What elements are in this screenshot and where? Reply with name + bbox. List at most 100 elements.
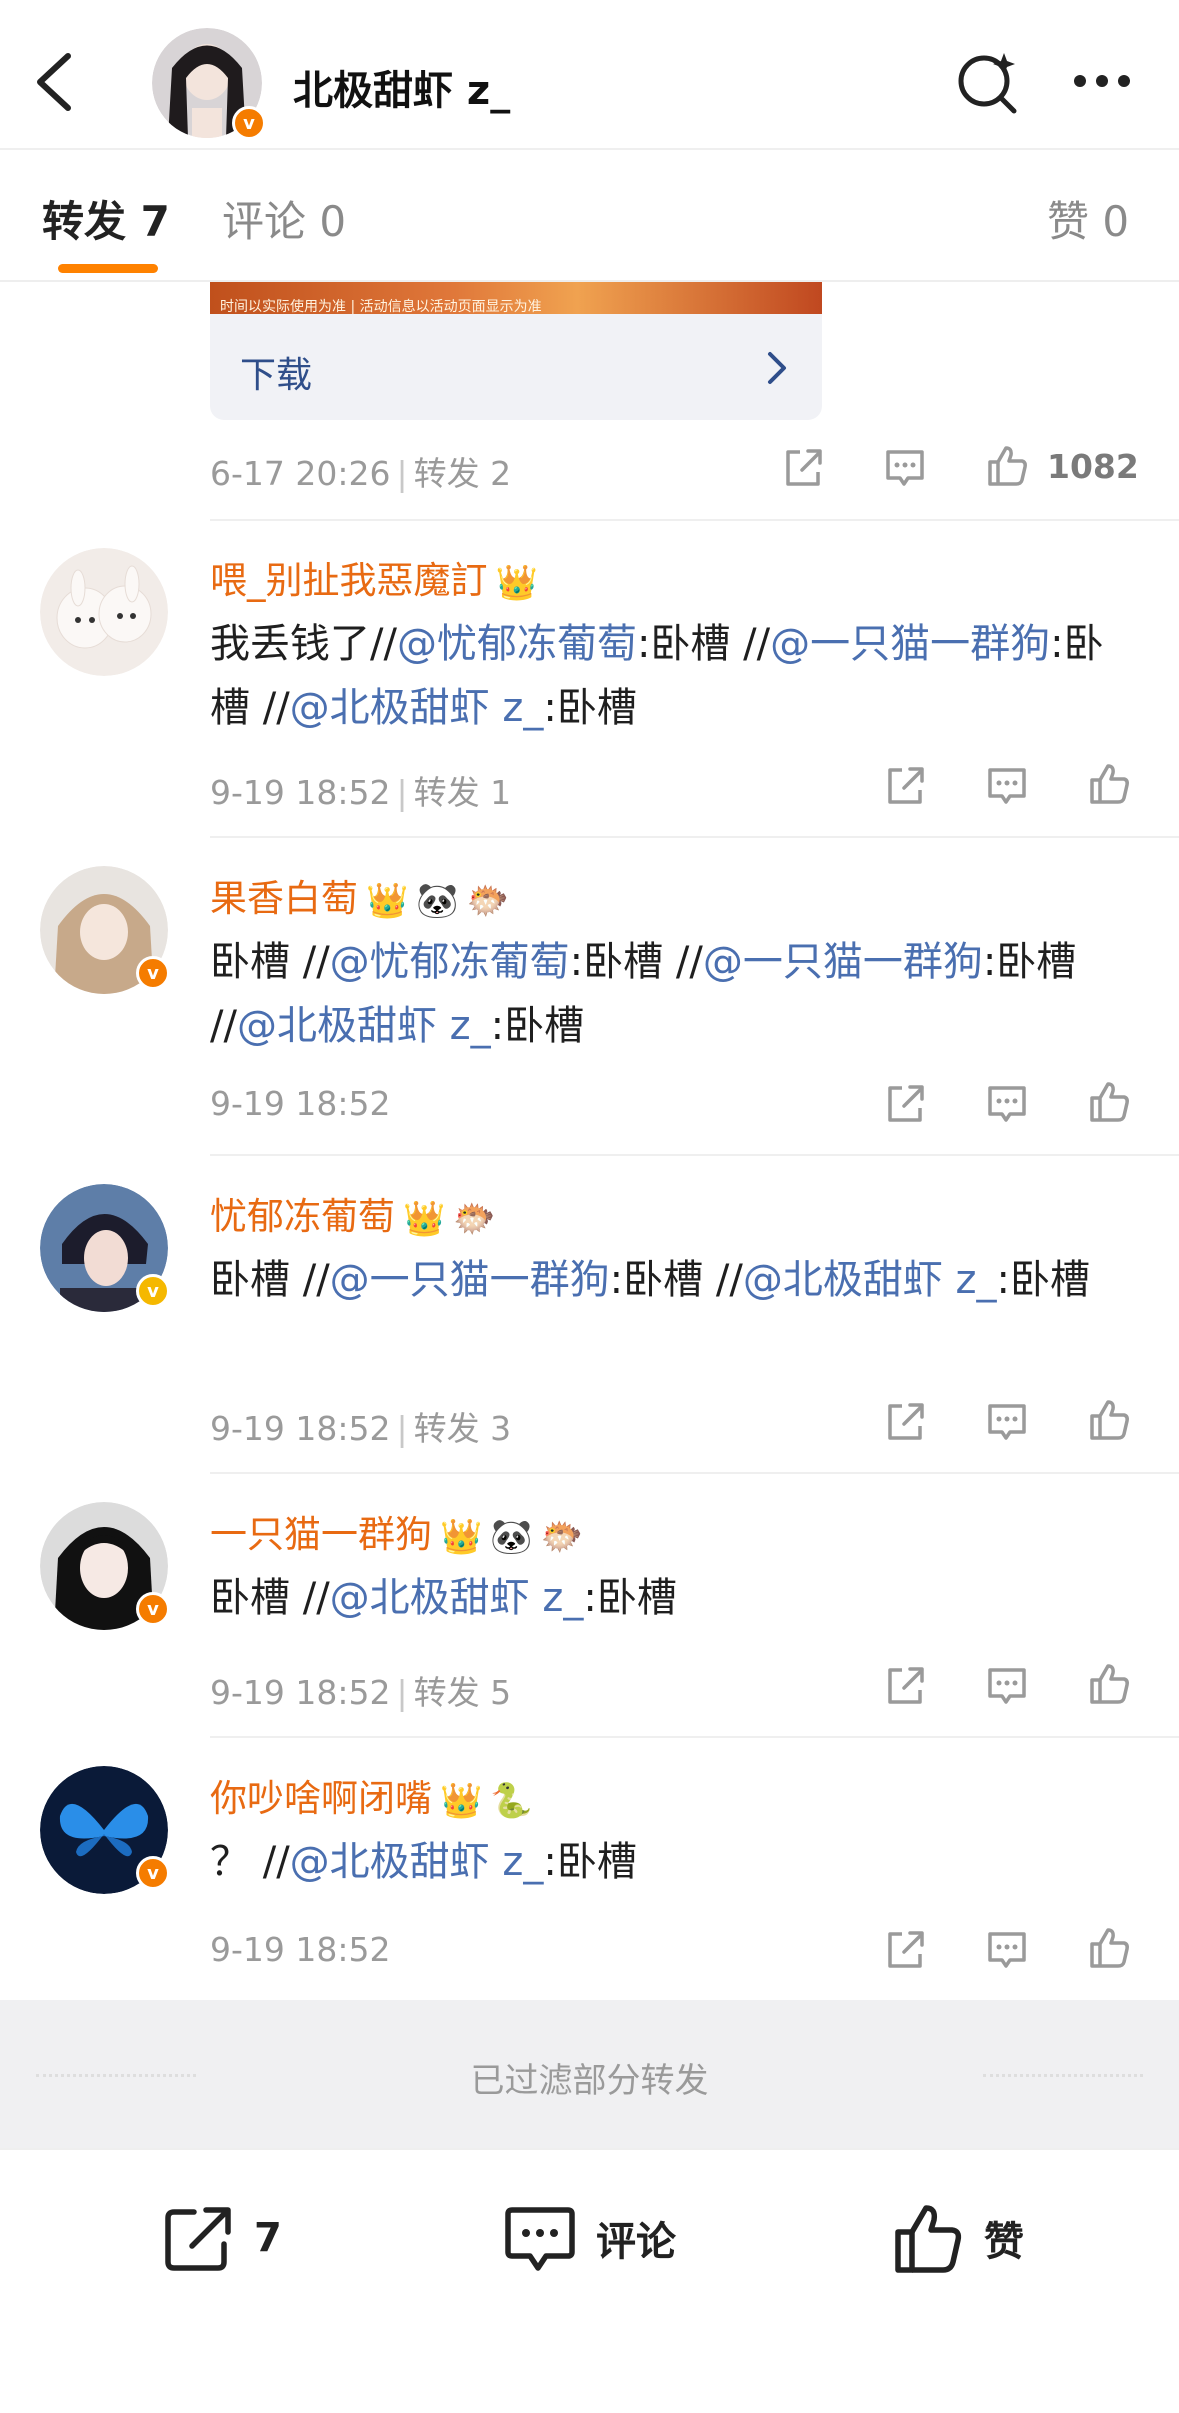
mention-link[interactable]: @北极甜虾 z_ bbox=[290, 685, 544, 731]
mention-link[interactable]: @北极甜虾 z_ bbox=[743, 1257, 997, 1303]
divider bbox=[210, 1154, 1179, 1156]
post-meta: 6-17 20:26 | 转发 2 bbox=[210, 454, 512, 493]
detail-tabs: 转发 7 评论 0 赞 0 bbox=[0, 150, 1179, 282]
like-icon[interactable] bbox=[1086, 760, 1132, 806]
mention-link[interactable]: @北极甜虾 z_ bbox=[237, 1003, 491, 1049]
bottom-comment-button[interactable]: 评论 bbox=[502, 2198, 676, 2278]
username-text[interactable]: 喂_别扯我惡魔訂 bbox=[210, 559, 488, 602]
verified-badge-icon: v bbox=[232, 106, 266, 140]
username-text[interactable]: 忧郁冻葡萄 bbox=[210, 1195, 395, 1238]
share-icon[interactable] bbox=[780, 444, 826, 490]
avatar[interactable] bbox=[40, 548, 168, 676]
post-repost-count: 转发 2 bbox=[413, 454, 512, 493]
panda-badge-icon: 🐼 bbox=[490, 1516, 533, 1557]
pufferfish-badge-icon: 🐡 bbox=[540, 1516, 584, 1557]
mention-link[interactable]: @忧郁冻葡萄 bbox=[330, 939, 570, 985]
username-text[interactable]: 你吵啥啊闭嘴 bbox=[210, 1777, 432, 1820]
avatar-wrap[interactable]: v bbox=[40, 866, 170, 994]
username[interactable]: 你吵啥啊闭嘴 👑 🐍 bbox=[210, 1768, 533, 1822]
like-icon[interactable] bbox=[1086, 1396, 1132, 1442]
share-icon[interactable] bbox=[882, 1398, 928, 1444]
text-segment: 卧槽 // bbox=[210, 1575, 330, 1621]
comment-icon[interactable] bbox=[984, 1398, 1030, 1444]
bottom-action-bar: 7 评论 赞 bbox=[0, 2148, 1179, 2413]
text-segment: 我丢钱了// bbox=[210, 621, 397, 667]
bottom-like-label: 赞 bbox=[984, 2219, 1024, 2265]
avatar-wrap[interactable] bbox=[40, 548, 168, 676]
mention-link[interactable]: @忧郁冻葡萄 bbox=[397, 621, 637, 667]
comment-icon[interactable] bbox=[882, 444, 928, 490]
top-nav-bar: v 北极甜虾 z_ bbox=[0, 0, 1179, 150]
divider bbox=[210, 1736, 1179, 1738]
share-icon[interactable] bbox=[882, 1926, 928, 1972]
repost-time: 9-19 18:52 bbox=[210, 1673, 391, 1712]
comment-icon[interactable] bbox=[984, 1662, 1030, 1708]
ad-card-image[interactable]: 时间以实际使用为准 | 活动信息以活动页面显示为准 bbox=[210, 282, 822, 314]
comment-icon[interactable] bbox=[984, 1080, 1030, 1126]
mention-link[interactable]: @北极甜虾 z_ bbox=[290, 1839, 544, 1885]
repost-icon bbox=[165, 2207, 231, 2271]
repost-meta: 9-19 18:52 bbox=[210, 1930, 391, 1969]
repost-meta: 9-19 18:52 | 转发 3 bbox=[210, 1409, 512, 1448]
back-arrow-icon[interactable] bbox=[30, 50, 78, 114]
chevron-right-icon bbox=[768, 352, 786, 384]
mention-link[interactable]: @一只猫一群狗 bbox=[770, 621, 1050, 667]
dotted-divider bbox=[983, 2074, 1143, 2077]
repost-count: 转发 3 bbox=[413, 1409, 512, 1448]
post-time: 6-17 20:26 bbox=[210, 454, 391, 493]
username[interactable]: 喂_别扯我惡魔訂 👑 bbox=[210, 550, 538, 604]
pufferfish-badge-icon: 🐡 bbox=[466, 880, 510, 921]
username-text[interactable]: 一只猫一群狗 bbox=[210, 1513, 432, 1556]
repost-time: 9-19 18:52 bbox=[210, 1930, 391, 1969]
text-segment: :卧槽 bbox=[996, 1257, 1091, 1303]
mention-link[interactable]: @一只猫一群狗 bbox=[330, 1257, 610, 1303]
username[interactable]: 果香白萄 👑 🐼 🐡 bbox=[210, 868, 509, 922]
crown-badge-icon: 👑 bbox=[366, 880, 409, 921]
repost-meta: 9-19 18:52 | 转发 1 bbox=[210, 773, 512, 812]
snake-badge-icon: 🐍 bbox=[490, 1780, 533, 1821]
avatar-wrap[interactable]: v bbox=[40, 1766, 170, 1894]
repost-text: 我丢钱了//@忧郁冻葡萄:卧槽 //@一只猫一群狗:卧槽 //@北极甜虾 z_:… bbox=[210, 612, 1130, 740]
text-segment: ？ // bbox=[210, 1839, 290, 1885]
active-tab-indicator bbox=[58, 264, 158, 273]
bottom-repost-button[interactable]: 7 bbox=[160, 2198, 282, 2278]
like-icon[interactable] bbox=[1086, 1660, 1132, 1706]
share-icon[interactable] bbox=[882, 1662, 928, 1708]
verified-badge-icon: v bbox=[136, 956, 170, 990]
download-button[interactable]: 下载 bbox=[210, 314, 822, 420]
tab-like[interactable]: 赞 0 bbox=[1047, 188, 1129, 249]
mention-link[interactable]: @北极甜虾 z_ bbox=[330, 1575, 584, 1621]
verified-badge-icon: v bbox=[136, 1274, 170, 1308]
username-text[interactable]: 果香白萄 bbox=[210, 877, 358, 920]
more-options-icon[interactable] bbox=[1066, 45, 1138, 117]
text-segment: 卧槽 // bbox=[210, 1257, 330, 1303]
comment-icon bbox=[505, 2207, 575, 2271]
comment-icon[interactable] bbox=[984, 762, 1030, 808]
tab-repost[interactable]: 转发 7 bbox=[42, 188, 170, 249]
download-label: 下载 bbox=[240, 355, 313, 396]
comment-icon[interactable] bbox=[984, 1926, 1030, 1972]
author-name[interactable]: 北极甜虾 z_ bbox=[293, 58, 510, 116]
username[interactable]: 一只猫一群狗 👑 🐼 🐡 bbox=[210, 1504, 583, 1558]
share-icon[interactable] bbox=[882, 1080, 928, 1126]
like-icon[interactable] bbox=[1086, 1078, 1132, 1124]
search-sparkle-icon[interactable] bbox=[952, 45, 1024, 117]
text-segment: 卧槽 // bbox=[210, 939, 330, 985]
tab-comment[interactable]: 评论 0 bbox=[222, 188, 346, 249]
username[interactable]: 忧郁冻葡萄 👑 🐡 bbox=[210, 1186, 496, 1240]
author-avatar-wrap[interactable]: v bbox=[152, 28, 266, 140]
avatar-wrap[interactable]: v bbox=[40, 1502, 170, 1630]
mention-link[interactable]: @一只猫一群狗 bbox=[703, 939, 983, 985]
text-segment: :卧槽 // bbox=[569, 939, 703, 985]
text-segment: :卧槽 bbox=[543, 685, 637, 731]
divider bbox=[210, 836, 1179, 838]
bottom-like-button[interactable]: 赞 bbox=[890, 2198, 1024, 2278]
repost-meta: 9-19 18:52 bbox=[210, 1084, 391, 1123]
like-icon[interactable] bbox=[984, 442, 1030, 488]
like-icon[interactable] bbox=[1086, 1924, 1132, 1970]
repost-text: ？ //@北极甜虾 z_:卧槽 bbox=[210, 1830, 1130, 1894]
repost-text: 卧槽 //@北极甜虾 z_:卧槽 bbox=[210, 1566, 1130, 1630]
share-icon[interactable] bbox=[882, 762, 928, 808]
filtered-notice-bar: 已过滤部分转发 bbox=[0, 2000, 1179, 2148]
avatar-wrap[interactable]: v bbox=[40, 1184, 170, 1312]
